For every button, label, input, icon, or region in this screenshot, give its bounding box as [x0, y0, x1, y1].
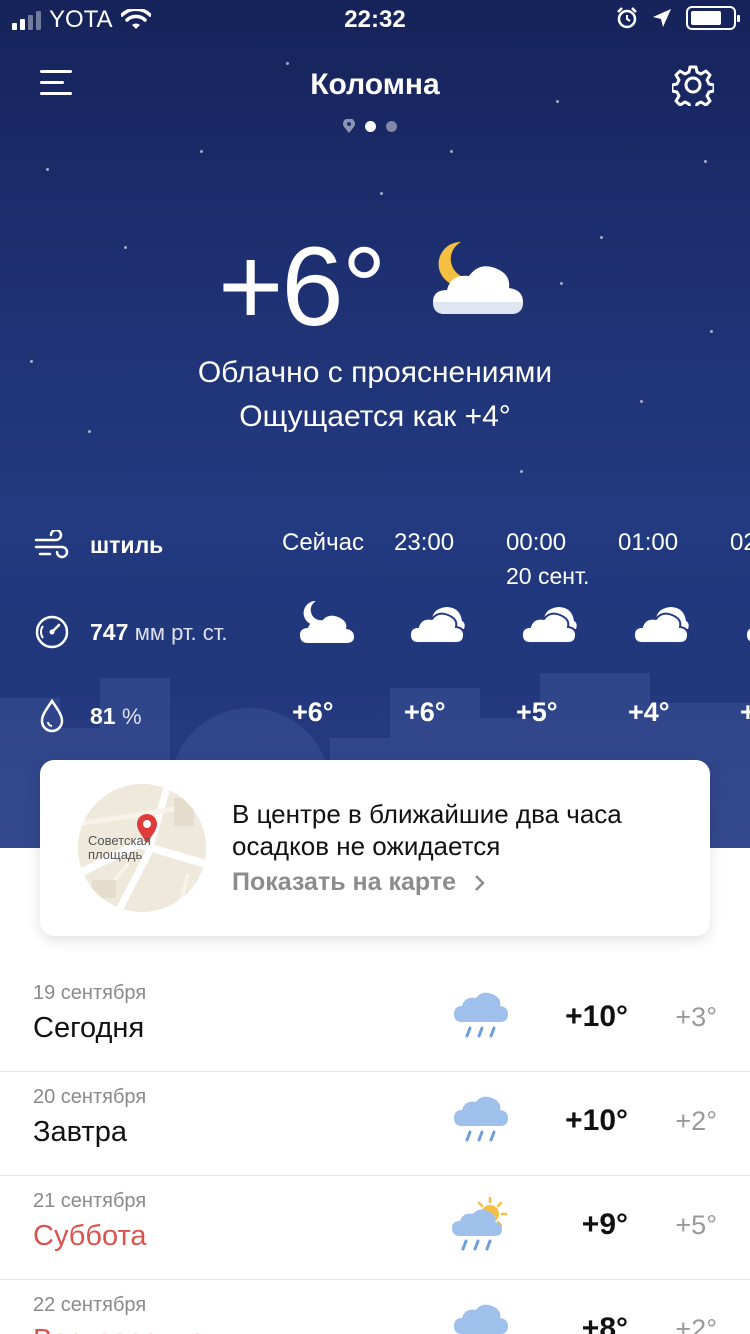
hourly-forecast[interactable]: Сейчас +6° 23:00 +6° 00:00 20 сент. +5° … [270, 525, 750, 745]
hour-temp: +6° [292, 697, 334, 727]
day-date: 22 сентября [33, 1294, 147, 1316]
hour-item[interactable]: 01:00 +4° [618, 525, 730, 745]
nowcast-card[interactable]: Советская площадь В центре в ближайшие д… [40, 760, 710, 936]
show-on-map-label: Показать на карте [232, 868, 456, 896]
current-temperature: +6° [218, 224, 386, 349]
rain-cloud-icon [454, 992, 508, 1038]
day-min-temp: +2° [675, 1106, 717, 1136]
settings-gear-icon[interactable] [672, 64, 714, 106]
show-on-map-link[interactable]: Показать на карте [232, 868, 487, 897]
pressure-gauge-icon [35, 615, 69, 649]
wind-value: штиль [90, 531, 164, 558]
cloudy-icon [520, 607, 578, 644]
humidity-drop-icon [40, 698, 64, 733]
rain-cloud-icon [454, 1304, 508, 1334]
location-pin-icon [343, 119, 355, 133]
day-date: 21 сентября [33, 1190, 147, 1212]
hour-item[interactable]: 00:00 20 сент. +5° [506, 525, 618, 745]
day-min-temp: +5° [675, 1210, 717, 1240]
sun-rain-cloud-icon [452, 1196, 508, 1251]
hour-item[interactable]: 02:00 +4° [730, 525, 750, 745]
cloudy-icon [408, 607, 466, 644]
alarm-icon [617, 7, 637, 29]
day-date: 20 сентября [33, 1086, 147, 1108]
day-name: Воскресенье [33, 1324, 206, 1334]
hour-time: 23:00 [394, 529, 455, 556]
page-dot [386, 120, 397, 132]
wind-info: штиль [34, 530, 163, 560]
hour-time: 02:00 [730, 529, 750, 556]
day-date: 19 сентября [33, 982, 147, 1004]
day-min-temp: +3° [675, 1002, 717, 1032]
page-dot-active [365, 120, 376, 132]
hour-temp: +6° [404, 697, 446, 727]
humidity-info: 81 % [34, 698, 142, 734]
day-name: Сегодня [33, 1012, 145, 1044]
moon-cloud-icon [300, 600, 354, 643]
day-min-temp: +2° [675, 1314, 717, 1334]
day-name: Завтра [33, 1116, 127, 1148]
hour-time: 01:00 [618, 529, 679, 556]
hour-item[interactable]: 23:00 +6° [394, 525, 506, 745]
day-row[interactable]: 19 сентября Сегодня +10° +3° [0, 968, 750, 1072]
humidity-unit: % [121, 703, 142, 729]
humidity-value: 81 [90, 702, 116, 729]
day-max-temp: +8° [581, 1312, 628, 1334]
pressure-info: 747 мм рт. ст. [34, 614, 228, 650]
cloudy-icon [632, 607, 690, 644]
hour-time: 00:00 [506, 529, 567, 556]
nowcast-text: В центре в ближайшие два часа осадков не… [232, 799, 622, 861]
hour-item[interactable]: Сейчас +6° [282, 525, 394, 745]
map-thumbnail[interactable]: Советская площадь [78, 784, 206, 912]
city-title[interactable]: Коломна [0, 68, 750, 102]
pressure-value: 747 [90, 618, 129, 645]
status-bar: YOTA 22:32 [0, 0, 750, 40]
battery-icon [686, 6, 740, 30]
hour-temp: +4° [740, 697, 750, 727]
chevron-right-icon [475, 875, 485, 892]
wind-icon [34, 530, 69, 559]
cloudy-icon [744, 626, 750, 644]
day-max-temp: +9° [581, 1208, 628, 1241]
pressure-unit: мм рт. ст. [134, 619, 228, 645]
location-arrow-icon [653, 9, 671, 27]
day-max-temp: +10° [565, 1000, 628, 1033]
moon-cloud-icon [433, 241, 523, 314]
rain-cloud-icon [454, 1096, 508, 1142]
hour-temp: +5° [516, 697, 558, 727]
feels-like-text: Ощущается как +4° [239, 400, 511, 433]
condition-text: Облачно с прояснениями [197, 356, 553, 389]
day-row[interactable]: 20 сентября Завтра +10° +2° [0, 1072, 750, 1176]
page-indicator[interactable] [343, 119, 397, 133]
day-max-temp: +10° [565, 1104, 628, 1137]
day-name: Суббота [33, 1220, 147, 1252]
hour-time: Сейчас [282, 529, 364, 556]
map-place-label: Советская площадь [88, 833, 151, 862]
hour-temp: +4° [628, 697, 670, 727]
day-row[interactable]: 21 сентября Суббота +9° +5° [0, 1176, 750, 1280]
hour-date: 20 сент. [506, 563, 590, 589]
day-row[interactable]: 22 сентября Воскресенье +8° +2° [0, 1280, 750, 1334]
